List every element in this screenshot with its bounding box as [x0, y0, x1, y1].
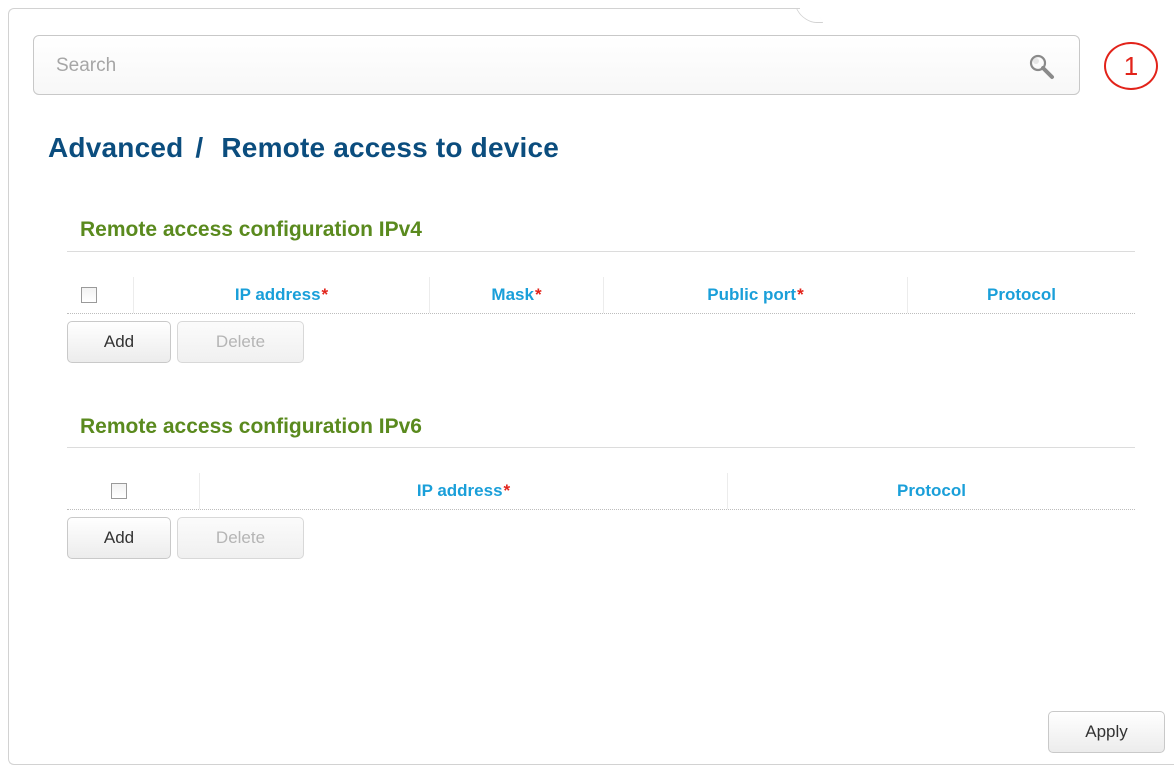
ipv4-col-mask[interactable]: Mask*	[429, 277, 603, 313]
content-frame	[8, 8, 1174, 765]
search-box[interactable]	[33, 35, 1080, 95]
ipv4-col-ip-address[interactable]: IP address*	[133, 277, 429, 313]
ipv4-add-button[interactable]: Add	[67, 321, 171, 363]
ipv6-add-button[interactable]: Add	[67, 517, 171, 559]
ipv4-section-title: Remote access configuration IPv4	[80, 218, 422, 241]
page-title: Advanced / Remote access to device	[48, 132, 559, 164]
ipv6-select-all-cell	[67, 473, 199, 509]
notification-badge[interactable]: 1	[1104, 42, 1158, 90]
ipv6-col-protocol[interactable]: Protocol	[727, 473, 1135, 509]
search-icon[interactable]	[1027, 52, 1057, 82]
ipv6-delete-button[interactable]: Delete	[177, 517, 304, 559]
ipv4-select-all-checkbox[interactable]	[81, 287, 97, 303]
ipv4-col-protocol[interactable]: Protocol	[907, 277, 1135, 313]
breadcrumb-page: Remote access to device	[221, 132, 560, 163]
ipv6-table-header: IP address* Protocol	[67, 473, 1135, 510]
ipv4-section-divider	[67, 251, 1135, 252]
ipv6-select-all-checkbox[interactable]	[111, 483, 127, 499]
ipv4-col-public-port[interactable]: Public port*	[603, 277, 907, 313]
ipv6-section-title: Remote access configuration IPv6	[80, 415, 422, 438]
breadcrumb-separator: /	[195, 132, 204, 163]
apply-button[interactable]: Apply	[1048, 711, 1165, 753]
tab-notch	[800, 0, 1176, 22]
ipv6-col-ip-address[interactable]: IP address*	[199, 473, 727, 509]
ipv6-section-divider	[67, 447, 1135, 448]
ipv4-select-all-cell	[67, 277, 133, 313]
ipv4-delete-button[interactable]: Delete	[177, 321, 304, 363]
search-input[interactable]	[54, 48, 1018, 84]
ipv4-table-header: IP address* Mask* Public port* Protocol	[67, 277, 1135, 314]
breadcrumb-section[interactable]: Advanced	[48, 132, 183, 163]
